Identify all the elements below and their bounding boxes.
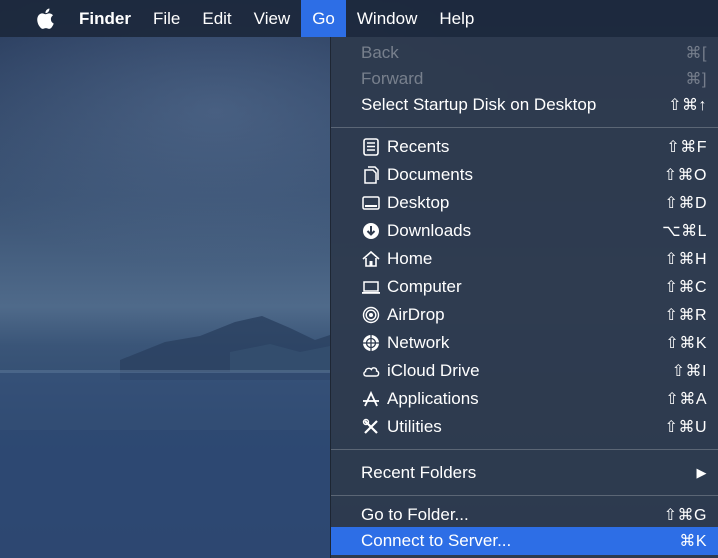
menu-item-label: Network bbox=[387, 333, 450, 352]
menu-edit[interactable]: Edit bbox=[191, 0, 242, 37]
desktop-icon bbox=[361, 193, 381, 213]
menu-file[interactable]: File bbox=[142, 0, 191, 37]
menu-item-downloads[interactable]: Downloads ⌥⌘L bbox=[331, 217, 718, 245]
menu-help[interactable]: Help bbox=[428, 0, 485, 37]
menu-item-documents[interactable]: Documents ⇧⌘O bbox=[331, 161, 718, 189]
menu-item-label: Recents bbox=[387, 137, 450, 156]
menu-item-label: Forward bbox=[361, 69, 424, 88]
menu-item-recents[interactable]: Recents ⇧⌘F bbox=[331, 133, 718, 161]
menu-item-shortcut: ⇧⌘K bbox=[665, 335, 707, 352]
menu-item-network[interactable]: Network ⇧⌘K bbox=[331, 329, 718, 357]
menu-item-label: Utilities bbox=[387, 417, 442, 436]
menu-item-label: Computer bbox=[387, 277, 462, 296]
menu-item-label: AirDrop bbox=[387, 305, 445, 324]
apple-logo-icon bbox=[37, 8, 54, 29]
recents-icon bbox=[361, 137, 381, 157]
menu-item-utilities[interactable]: Utilities ⇧⌘U bbox=[331, 413, 718, 441]
downloads-icon bbox=[361, 221, 381, 241]
menu-item-label: Documents bbox=[387, 165, 473, 184]
menu-item-label: Select Startup Disk on Desktop bbox=[361, 95, 597, 114]
menu-item-label: iCloud Drive bbox=[387, 361, 480, 380]
menu-item-recent-folders[interactable]: Recent Folders ▶ bbox=[331, 459, 718, 487]
icloud-icon bbox=[361, 361, 381, 381]
apple-menu[interactable] bbox=[0, 0, 68, 37]
applications-icon bbox=[361, 389, 381, 409]
menu-item-shortcut: ⇧⌘C bbox=[664, 279, 707, 296]
go-menu-dropdown: Back ⌘[ Forward ⌘] Select Startup Disk o… bbox=[330, 37, 718, 558]
network-icon bbox=[361, 333, 381, 353]
menu-item-select-startup-disk[interactable]: Select Startup Disk on Desktop ⇧⌘↑ bbox=[331, 91, 718, 119]
menu-item-shortcut: ⇧⌘H bbox=[664, 251, 707, 268]
menu-separator bbox=[331, 449, 718, 450]
menu-item-airdrop[interactable]: AirDrop ⇧⌘R bbox=[331, 301, 718, 329]
menu-item-shortcut: ⇧⌘U bbox=[664, 419, 707, 436]
menu-item-shortcut: ⌘K bbox=[679, 533, 707, 550]
menu-go[interactable]: Go bbox=[301, 0, 346, 37]
menu-separator bbox=[331, 127, 718, 128]
menu-item-label: Go to Folder... bbox=[361, 505, 469, 524]
menu-item-go-to-folder[interactable]: Go to Folder... ⇧⌘G bbox=[331, 501, 718, 529]
computer-icon bbox=[361, 277, 381, 297]
menu-item-shortcut: ⇧⌘F bbox=[666, 139, 707, 156]
menu-view[interactable]: View bbox=[243, 0, 302, 37]
submenu-arrow-icon: ▶ bbox=[696, 465, 707, 480]
menu-item-shortcut: ⇧⌘R bbox=[664, 307, 707, 324]
menu-item-shortcut: ⇧⌘D bbox=[664, 195, 707, 212]
menu-item-shortcut: ⇧⌘G bbox=[663, 507, 707, 524]
documents-icon bbox=[361, 165, 381, 185]
menu-item-label: Back bbox=[361, 43, 399, 62]
menu-item-shortcut: ⇧⌘A bbox=[665, 391, 707, 408]
menu-item-home[interactable]: Home ⇧⌘H bbox=[331, 245, 718, 273]
menu-item-shortcut: ⌥⌘L bbox=[662, 223, 707, 240]
menu-item-label: Connect to Server... bbox=[361, 531, 512, 550]
menu-item-shortcut: ⇧⌘↑ bbox=[668, 97, 707, 114]
airdrop-icon bbox=[361, 305, 381, 325]
menu-item-shortcut: ⌘] bbox=[685, 71, 707, 88]
menu-item-icloud-drive[interactable]: iCloud Drive ⇧⌘I bbox=[331, 357, 718, 385]
menu-item-back[interactable]: Back ⌘[ bbox=[331, 39, 718, 67]
menu-item-connect-to-server[interactable]: Connect to Server... ⌘K bbox=[331, 527, 718, 555]
menu-item-label: Applications bbox=[387, 389, 479, 408]
menu-item-label: Downloads bbox=[387, 221, 472, 240]
utilities-icon bbox=[361, 417, 381, 437]
menu-bar: Finder File Edit View Go Window Help bbox=[0, 0, 718, 37]
menu-window[interactable]: Window bbox=[346, 0, 428, 37]
menu-item-label: Desktop bbox=[387, 193, 450, 212]
menu-item-forward[interactable]: Forward ⌘] bbox=[331, 65, 718, 93]
home-icon bbox=[361, 249, 381, 269]
menu-item-shortcut: ⇧⌘I bbox=[671, 363, 707, 380]
menu-item-computer[interactable]: Computer ⇧⌘C bbox=[331, 273, 718, 301]
menu-item-applications[interactable]: Applications ⇧⌘A bbox=[331, 385, 718, 413]
menu-item-shortcut: ⇧⌘O bbox=[663, 167, 707, 184]
menu-item-label: Home bbox=[387, 249, 433, 268]
menu-separator bbox=[331, 495, 718, 496]
menu-item-label: Recent Folders bbox=[361, 463, 477, 482]
menu-finder[interactable]: Finder bbox=[68, 0, 142, 37]
menu-item-desktop[interactable]: Desktop ⇧⌘D bbox=[331, 189, 718, 217]
menu-item-shortcut: ⌘[ bbox=[685, 45, 707, 62]
